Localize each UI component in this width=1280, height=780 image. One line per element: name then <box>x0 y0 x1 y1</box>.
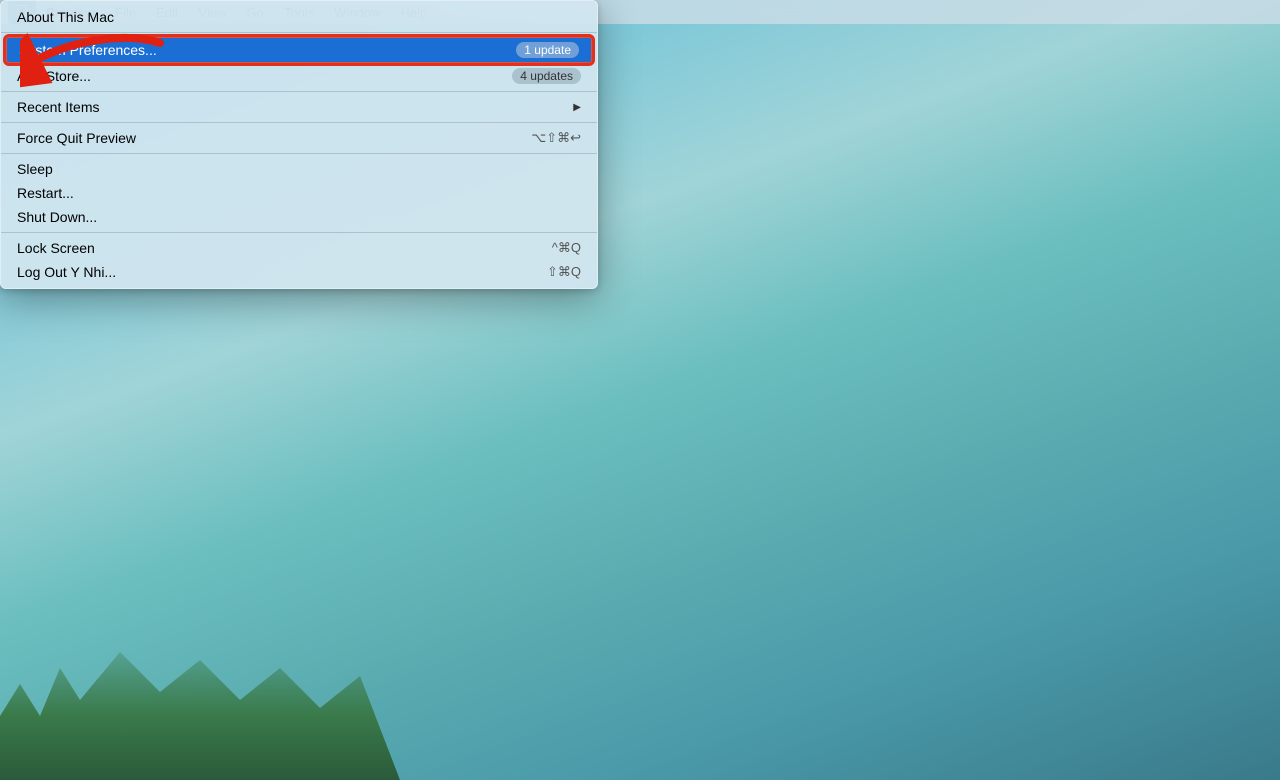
recent-items-right: ▶ <box>573 102 581 113</box>
lock-screen-shortcut: ^⌘Q <box>552 240 581 256</box>
separator-2 <box>1 91 597 92</box>
separator-5 <box>1 232 597 233</box>
sleep-label: Sleep <box>17 161 53 177</box>
restart-label: Restart... <box>17 185 74 201</box>
log-out-label: Log Out Y Nhi... <box>17 264 116 280</box>
app-store-right: 4 updates <box>512 68 581 84</box>
menu-item-restart[interactable]: Restart... <box>1 181 597 205</box>
force-quit-label: Force Quit Preview <box>17 130 136 146</box>
menu-item-sleep[interactable]: Sleep <box>1 157 597 181</box>
force-quit-shortcut: ⌥⇧⌘↩ <box>531 130 581 146</box>
app-store-label: App Store... <box>17 68 91 84</box>
lock-screen-label: Lock Screen <box>17 240 95 256</box>
system-preferences-label: System Preferences... <box>19 42 157 58</box>
apple-dropdown-menu: About This Mac System Preferences... 1 u… <box>0 0 598 289</box>
shut-down-label: Shut Down... <box>17 209 97 225</box>
app-store-badge: 4 updates <box>512 68 581 84</box>
recent-items-arrow: ▶ <box>573 102 581 113</box>
separator-4 <box>1 153 597 154</box>
about-mac-label: About This Mac <box>17 9 114 25</box>
menu-item-log-out[interactable]: Log Out Y Nhi... ⇧⌘Q <box>1 260 597 284</box>
menu-item-app-store[interactable]: App Store... 4 updates <box>1 64 597 88</box>
system-preferences-badge: 1 update <box>516 42 579 58</box>
menu-item-force-quit[interactable]: Force Quit Preview ⌥⇧⌘↩ <box>1 126 597 150</box>
menu-item-lock-screen[interactable]: Lock Screen ^⌘Q <box>1 236 597 260</box>
log-out-shortcut: ⇧⌘Q <box>547 264 581 280</box>
recent-items-label: Recent Items <box>17 99 99 115</box>
menu-item-about-mac[interactable]: About This Mac <box>1 5 597 29</box>
menu-item-recent-items[interactable]: Recent Items ▶ <box>1 95 597 119</box>
menu-item-shut-down[interactable]: Shut Down... <box>1 205 597 229</box>
menu-item-system-preferences[interactable]: System Preferences... 1 update <box>5 36 593 64</box>
separator-1 <box>1 32 597 33</box>
desktop:  Preview File Edit View Go Tools Window… <box>0 0 1280 780</box>
desktop-trees <box>0 620 400 780</box>
separator-3 <box>1 122 597 123</box>
system-preferences-right: 1 update <box>516 42 579 58</box>
